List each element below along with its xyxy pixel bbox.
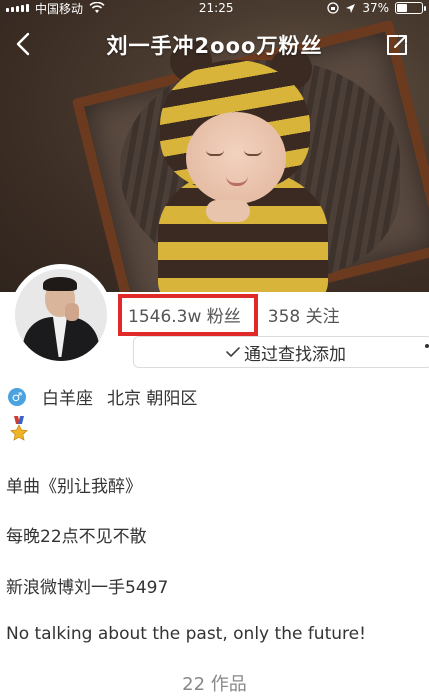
works-tab[interactable]: 22 作品 — [0, 670, 429, 696]
bio-line: 每晚22点不见不散 — [6, 527, 147, 547]
avatar-frame[interactable] — [10, 264, 112, 366]
avatar[interactable] — [15, 269, 107, 361]
signal-icon — [6, 4, 29, 12]
status-right: 37% — [327, 1, 426, 15]
zodiac-label: 白羊座 — [42, 389, 93, 409]
status-left: 中国移动 — [6, 0, 105, 17]
wifi-icon — [89, 2, 105, 13]
share-button[interactable] — [385, 33, 411, 59]
add-button-label: 通过查找添加 — [244, 344, 346, 365]
check-icon — [226, 347, 240, 357]
following-count[interactable]: 358 关注 — [268, 302, 340, 327]
lock-rotation-icon — [327, 2, 339, 14]
cover-baby-hands — [206, 200, 250, 222]
male-icon: ♂ — [8, 387, 26, 406]
add-via-search-button[interactable]: 通过查找添加 — [133, 336, 429, 368]
clock: 21:25 — [198, 1, 234, 15]
page-title: 刘一手冲2ooo万粉丝 — [106, 34, 323, 58]
nav-bar: 刘一手冲2ooo万粉丝 — [0, 20, 429, 72]
info-row: ♂ 白羊座 北京 朝阳区 — [8, 384, 197, 409]
location-icon — [346, 3, 356, 13]
cover-baby-face — [186, 112, 286, 204]
battery-icon — [395, 2, 426, 14]
location-label: 北京 朝阳区 — [107, 389, 198, 409]
fans-highlight-box — [118, 294, 258, 336]
bio-line: No talking about the past, only the futu… — [6, 624, 366, 644]
battery-percent: 37% — [362, 1, 389, 15]
status-bar: 中国移动 21:25 37% — [0, 0, 429, 16]
stats-row: 1546.3w 粉丝 358 关注 — [118, 294, 340, 336]
bio-line: 单曲《别让我醉》 — [6, 477, 142, 497]
share-icon — [387, 35, 407, 55]
medal-icon[interactable] — [10, 416, 28, 444]
more-indicator — [425, 344, 429, 348]
carrier-label: 中国移动 — [35, 1, 84, 16]
chevron-left-icon — [16, 32, 30, 56]
bio-line: 新浪微博刘一手5497 — [6, 578, 169, 598]
back-button[interactable] — [10, 30, 36, 58]
profile-section: 1546.3w 粉丝 358 关注 通过查找添加 ♂ 白羊座 北京 朝阳区 单曲… — [0, 264, 429, 699]
